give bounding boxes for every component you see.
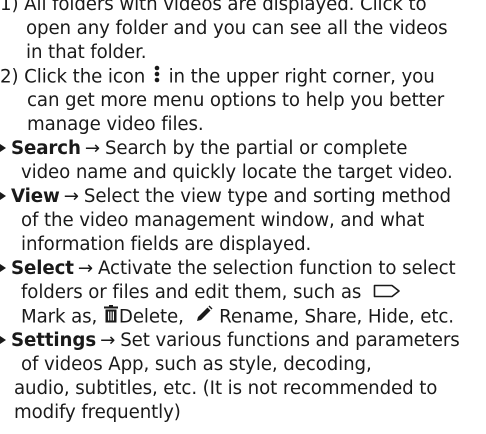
select-bullet-line1: Select → Activate the selection function t…: [0, 257, 456, 281]
arrow-icon: →: [63, 186, 79, 207]
settings-description: Set various functions and parameters: [120, 330, 460, 351]
item2-line3: manage video files.: [27, 114, 204, 135]
arrow-icon: →: [100, 330, 116, 351]
rename-text: Rename, Share, Hide, etc.: [219, 306, 454, 328]
item1-line1: 1) All folders with videos are displayed…: [0, 0, 427, 15]
view-bullet-line1: View → Select the view type and sorting me…: [0, 185, 451, 209]
trash-icon: [103, 305, 119, 330]
item2-text-after-icon: in the upper right corner, you: [168, 66, 435, 88]
select-line3: Mark as, Delete, Rename, Share, Hide, et…: [21, 305, 454, 329]
item1-line3: in that folder.: [26, 42, 147, 63]
settings-label: Settings: [11, 330, 97, 351]
view-description: Select the view type and sorting method: [83, 186, 451, 207]
delete-text: Delete,: [118, 306, 184, 328]
more-vertical-icon: [151, 65, 163, 90]
select-label: Select: [11, 258, 74, 279]
mark-as-text: Mark as,: [21, 306, 98, 328]
search-line2: video name and quickly locate the target…: [21, 162, 453, 183]
select-line2-text: folders or files and edit them, such as: [21, 282, 362, 303]
settings-line3: audio, subtitles, etc. (It is not recomm…: [14, 378, 438, 399]
search-description: Search by the partial or complete: [104, 138, 408, 159]
settings-line4: modify frequently): [14, 402, 181, 423]
select-description: Activate the selection function to selec…: [98, 258, 456, 279]
arrow-icon: →: [84, 138, 100, 159]
item2-text-before-icon: 2) Click the icon: [0, 66, 146, 88]
arrow-icon: →: [77, 258, 94, 279]
settings-bullet-line1: Settings → Set various functions and param…: [0, 329, 460, 353]
label-tag-icon: [373, 281, 401, 305]
bullet-triangle-icon: [0, 336, 6, 344]
bullet-triangle-icon: [0, 264, 6, 272]
view-line3: information fields are displayed.: [21, 234, 312, 255]
search-label: Search: [11, 138, 81, 159]
item2-line2: can get more menu options to help you be…: [27, 90, 445, 111]
bullet-triangle-icon: [0, 144, 6, 152]
pencil-icon: [195, 305, 213, 330]
bullet-triangle-icon: [0, 192, 6, 200]
search-bullet-line1: Search → Search by the partial or complete: [0, 137, 407, 161]
settings-line2: of videos App, such as style, decoding,: [21, 354, 372, 375]
view-line2: of the video management window, and what: [21, 210, 425, 231]
item2-line1: 2) Click the icon in the upper right cor…: [0, 65, 435, 89]
select-line2: folders or files and edit them, such as: [21, 281, 401, 305]
item1-line2: open any folder and you can see all the …: [26, 18, 448, 39]
view-label: View: [11, 186, 60, 207]
